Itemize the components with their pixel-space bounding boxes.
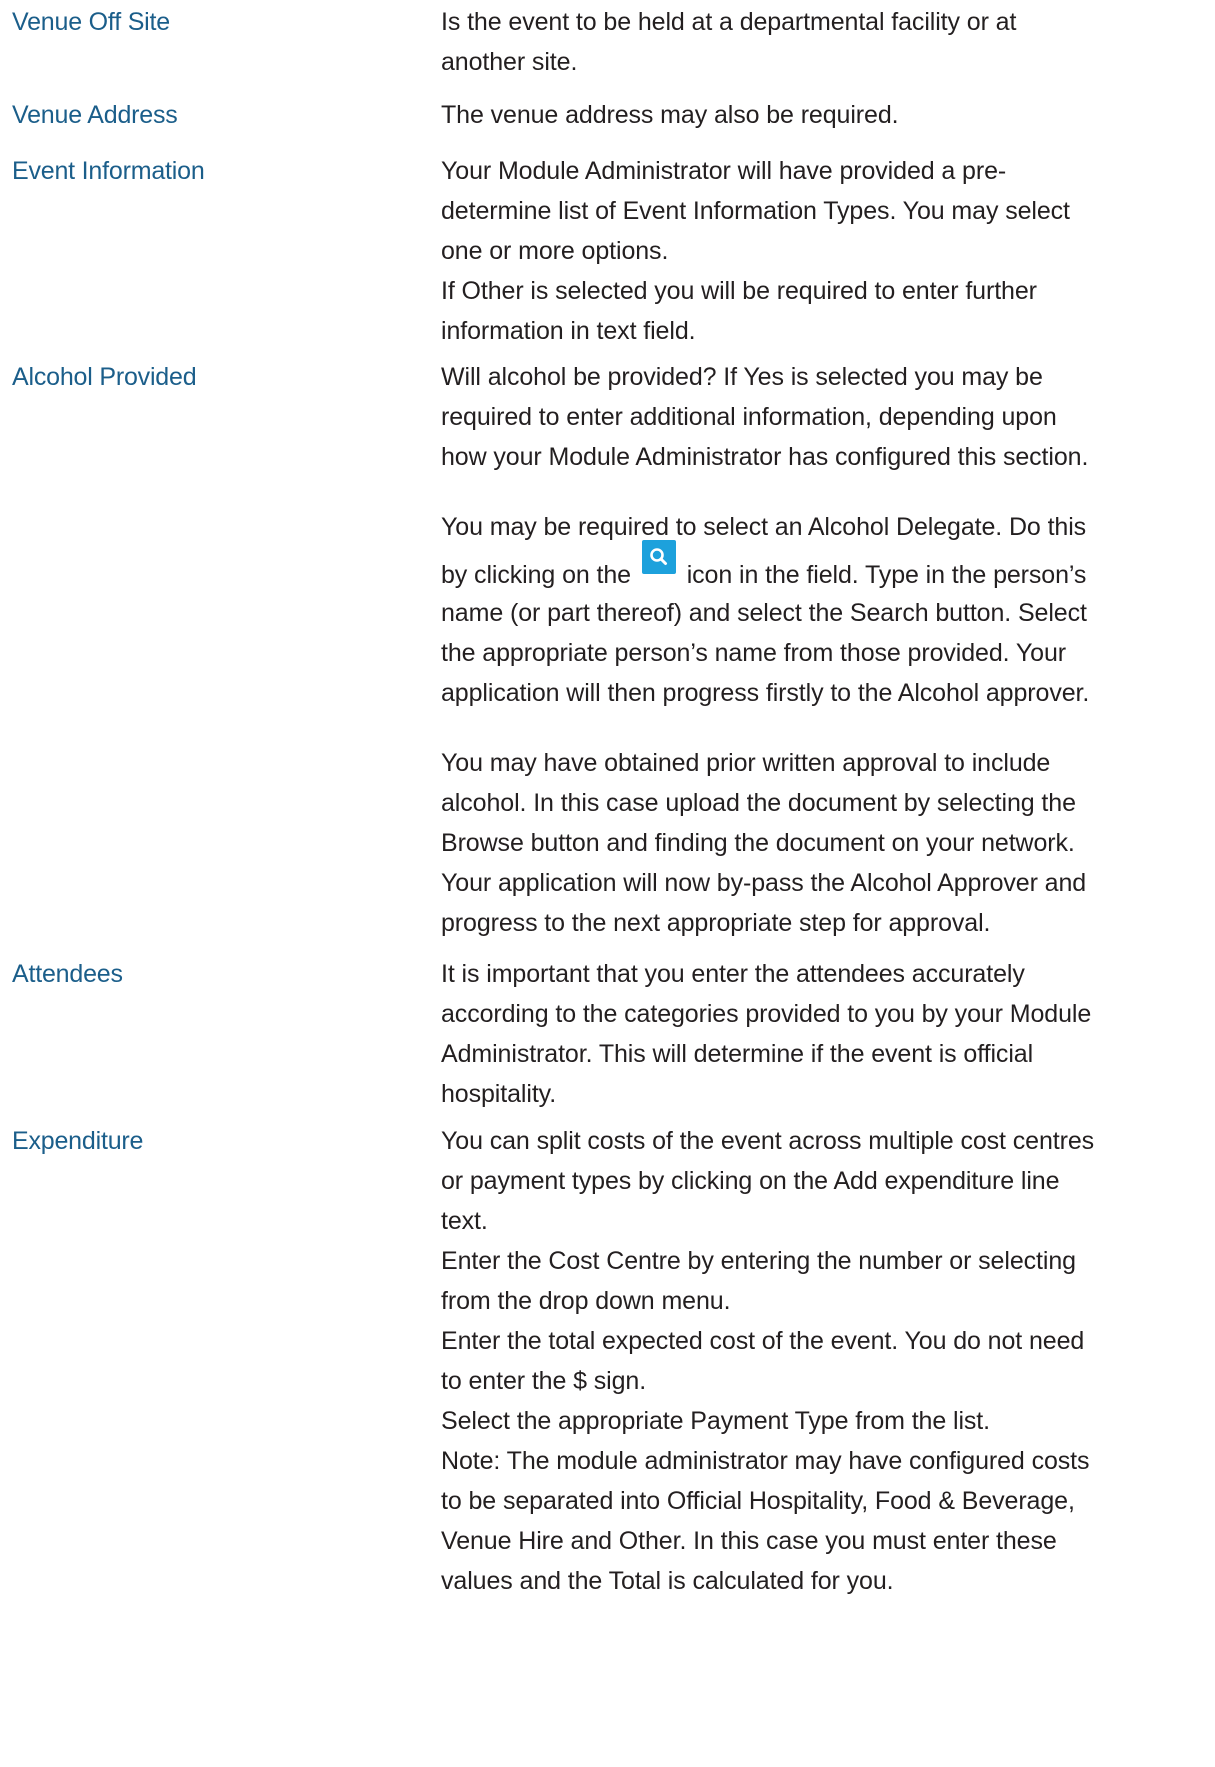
desc-line: The venue address may also be required. [441,101,899,129]
desc-line: alcohol. In this case upload the documen… [441,789,1076,817]
desc-line: It is important that you enter the atten… [441,960,1025,988]
desc-line: You may have obtained prior written appr… [441,749,1051,777]
desc-line: required to enter additional information… [441,403,1057,431]
desc-alcohol-provided: Will alcohol be provided? If Yes is sele… [441,357,1201,943]
desc-line: how your Module Administrator has config… [441,443,1089,471]
desc-line: to enter the $ sign. [441,1367,647,1395]
desc-line: Enter the Cost Centre by entering the nu… [441,1247,1076,1275]
desc-expenditure: You can split costs of the event across … [441,1121,1201,1601]
desc-line: determine list of Event Information Type… [441,197,1070,225]
desc-text: icon in the field. Type in the person’s [686,561,1087,589]
desc-line: Your Module Administrator will have prov… [441,157,1007,185]
desc-line: You may be required to select an Alcohol… [441,513,1087,541]
desc-line: Administrator. This will determine if th… [441,1040,1034,1068]
desc-line: from the drop down menu. [441,1287,731,1315]
term-event-information: Event Information [12,157,205,185]
term-venue-address: Venue Address [12,101,178,129]
desc-line: Will alcohol be provided? If Yes is sele… [441,363,1043,391]
desc-line: Browse button and finding the document o… [441,829,1075,857]
desc-line: You can split costs of the event across … [441,1127,1095,1155]
desc-attendees: It is important that you enter the atten… [441,954,1201,1114]
desc-line: to be separated into Official Hospitalit… [441,1487,1075,1515]
desc-line: information in text field. [441,317,696,345]
desc-text: by clicking on the [441,561,631,589]
desc-event-information: Your Module Administrator will have prov… [441,151,1201,351]
desc-line: another site. [441,48,578,76]
desc-line: Is the event to be held at a departmenta… [441,8,1017,36]
alcohol-paragraph-3: You may have obtained prior written appr… [441,743,1201,943]
term-expenditure: Expenditure [12,1127,144,1155]
desc-line: Note: The module administrator may have … [441,1447,1090,1475]
search-icon [641,540,676,574]
desc-line: one or more options. [441,237,669,265]
desc-line: application will then progress firstly t… [441,679,1090,707]
desc-line: Your application will now by-pass the Al… [441,869,1087,897]
desc-line: Enter the total expected cost of the eve… [441,1327,1085,1355]
desc-line: Venue Hire and Other. In this case you m… [441,1527,1057,1555]
term-alcohol-provided: Alcohol Provided [12,363,197,391]
alcohol-paragraph-1: Will alcohol be provided? If Yes is sele… [441,357,1201,477]
alcohol-paragraph-2: You may be required to select an Alcohol… [441,507,1201,713]
desc-line: Select the appropriate Payment Type from… [441,1407,990,1435]
desc-line: or payment types by clicking on the Add … [441,1167,1060,1195]
desc-line: progress to the next appropriate step fo… [441,909,991,937]
term-venue-off-site: Venue Off Site [12,8,170,36]
desc-line: according to the categories provided to … [441,1000,1092,1028]
desc-venue-address: The venue address may also be required. [441,95,1201,135]
term-attendees: Attendees [12,960,123,988]
desc-line: hospitality. [441,1080,557,1108]
desc-line: If Other is selected you will be require… [441,277,1037,305]
desc-line: the appropriate person’s name from those… [441,639,1066,667]
desc-line: text. [441,1207,488,1235]
desc-venue-off-site: Is the event to be held at a departmenta… [441,2,1201,82]
desc-line: values and the Total is calculated for y… [441,1567,894,1595]
desc-line: name (or part thereof) and select the Se… [441,599,1087,627]
